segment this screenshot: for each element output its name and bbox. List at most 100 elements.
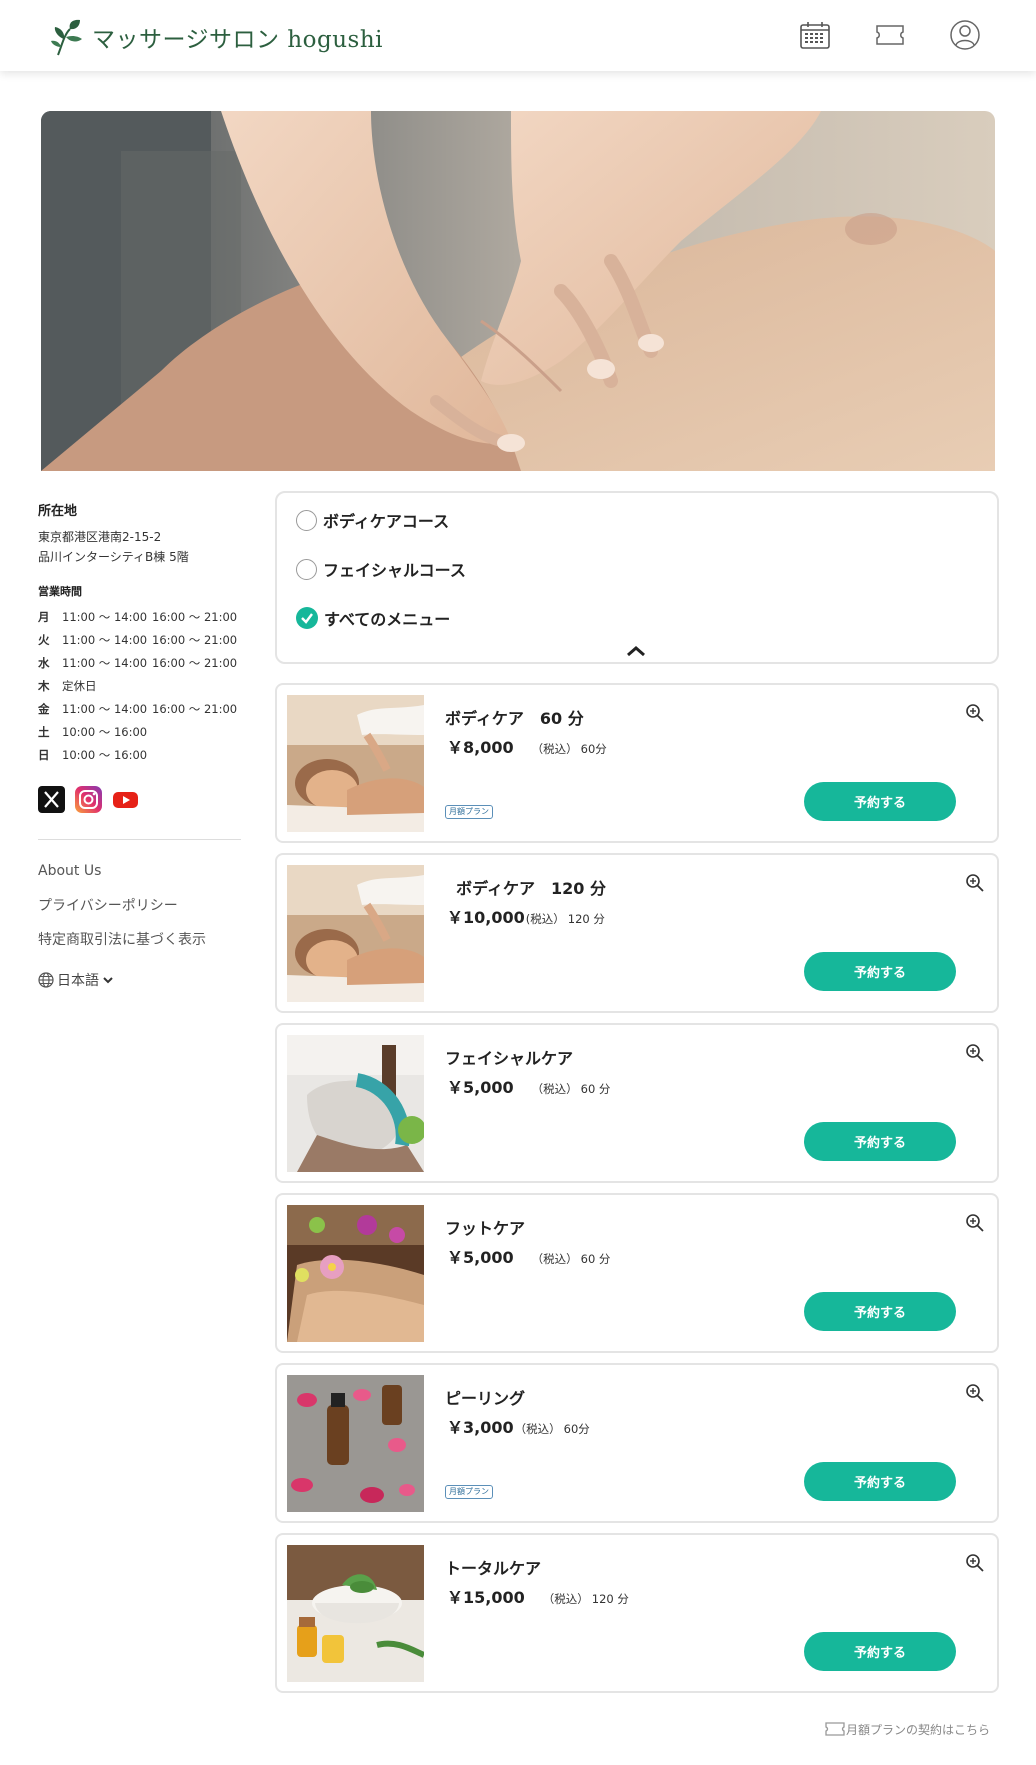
menu-thumbnail-facial-care [287, 1035, 424, 1172]
menu-thumbnail-body-care [287, 695, 424, 832]
book-button[interactable]: 予約する [804, 1462, 956, 1501]
language-label: 日本語 [57, 973, 99, 989]
hours-slot-2: 16:00 ～ 21:00 [152, 609, 238, 624]
duration-label: 60 分 [580, 1252, 611, 1266]
monthly-plan-badge: 月額プラン [445, 805, 493, 819]
menu-title: フェイシャルケア [445, 1049, 574, 1068]
menu-card: ピーリング ￥3,000 （税込） 60分 月額プラン 予約する [275, 1363, 999, 1523]
zoom-in-icon[interactable] [965, 1043, 985, 1063]
menu-price: ￥10,000 (税込） 120 分 [447, 904, 605, 928]
radio-icon [296, 509, 317, 531]
x-icon[interactable] [38, 786, 65, 813]
filter-option-facial[interactable]: フェイシャルコース [296, 557, 466, 581]
hours-row-fri: 金 11:00 ～ 14:00 16:00 ～ 21:00 [38, 697, 241, 720]
menu-list: ボディケア 60 分 ￥8,000 （税込） 60分 月額プラン 予約する ボデ… [275, 683, 999, 1703]
social-links [38, 786, 241, 813]
price-value: ￥15,000 [447, 1588, 525, 1607]
duration-label: 120 分 [591, 1592, 629, 1606]
hours-slot-2: 16:00 ～ 21:00 [152, 655, 238, 670]
address: 東京都港区港南2-15-2 品川インターシティB棟 5階 [38, 527, 241, 567]
chevron-up-icon[interactable] [624, 644, 648, 658]
book-button[interactable]: 予約する [804, 782, 956, 821]
duration-label: 60 分 [580, 1082, 611, 1096]
book-button[interactable]: 予約する [804, 1292, 956, 1331]
zoom-in-icon[interactable] [965, 873, 985, 893]
hours-day: 土 [38, 724, 50, 739]
menu-title: ピーリング [445, 1389, 526, 1408]
brand[interactable]: マッサージサロン hogushi [50, 17, 383, 57]
hours-day: 金 [38, 701, 50, 716]
calendar-icon[interactable] [795, 15, 835, 55]
hours-day: 木 [38, 678, 50, 693]
address-line-2: 品川インターシティB棟 5階 [38, 550, 189, 564]
hours-row-mon: 月 11:00 ～ 14:00 16:00 ～ 21:00 [38, 605, 241, 628]
monthly-plan-link[interactable]: 月額プランの契約はこちら [824, 1719, 990, 1739]
menu-price: ￥3,000 （税込） 60分 [447, 1414, 590, 1438]
hours-slot-2: 16:00 ～ 21:00 [152, 632, 238, 647]
tax-label: (税込） [525, 912, 565, 926]
price-value: ￥10,000 [447, 908, 525, 927]
zoom-in-icon[interactable] [965, 703, 985, 723]
book-button[interactable]: 予約する [804, 952, 956, 991]
zoom-in-icon[interactable] [965, 1213, 985, 1233]
menu-price: ￥5,000 （税込） 60 分 [447, 1074, 610, 1098]
tax-label: （税込） [514, 1422, 561, 1436]
menu-title: ボディケア 60 分 [445, 709, 584, 728]
brand-title: マッサージサロン hogushi [92, 27, 384, 53]
monthly-plan-link-label: 月額プランの契約はこちら [846, 1722, 991, 1737]
tax-label: （税込） [531, 1252, 578, 1266]
hours-slot-2: 16:00 ～ 21:00 [152, 701, 238, 716]
price-value: ￥5,000 [447, 1248, 514, 1267]
filter-option-body-care[interactable]: ボディケアコース [296, 508, 449, 532]
hero-image [41, 111, 995, 471]
address-line-1: 東京都港区港南2-15-2 [38, 530, 162, 544]
footer-links: About Us プライバシーポリシー 特定商取引法に基づく表示 [38, 854, 241, 956]
price-value: ￥8,000 [447, 738, 514, 757]
price-value: ￥3,000 [447, 1418, 514, 1437]
filter-label: フェイシャルコース [323, 561, 466, 580]
instagram-icon[interactable] [75, 786, 102, 813]
link-privacy-policy[interactable]: プライバシーポリシー [38, 888, 241, 922]
language-selector[interactable]: 日本語 [38, 970, 241, 990]
hours-row-tue: 火 11:00 ～ 14:00 16:00 ～ 21:00 [38, 628, 241, 651]
menu-thumbnail-total-care [287, 1545, 424, 1682]
filter-option-all[interactable]: すべてのメニュー [296, 606, 450, 630]
sidebar: 所在地 東京都港区港南2-15-2 品川インターシティB棟 5階 営業時間 月1… [38, 500, 241, 990]
hours-slot-1: 11:00 ～ 14:00 [62, 655, 148, 670]
menu-thumbnail-peeling [287, 1375, 424, 1512]
hours-title: 営業時間 [38, 585, 82, 598]
zoom-in-icon[interactable] [965, 1383, 985, 1403]
menu-thumbnail-body-care [287, 865, 424, 1002]
site-header: マッサージサロン hogushi [0, 0, 1036, 71]
link-about-us[interactable]: About Us [38, 854, 241, 888]
tax-label: （税込） [531, 1082, 578, 1096]
menu-price: ￥15,000 （税込） 120 分 [447, 1584, 629, 1608]
menu-title: ボディケア 120 分 [445, 879, 606, 898]
radio-icon [296, 558, 317, 580]
zoom-in-icon[interactable] [965, 1553, 985, 1573]
hours-slot-1: 10:00 ～ 16:00 [62, 724, 148, 739]
menu-card: フェイシャルケア ￥5,000 （税込） 60 分 予約する [275, 1023, 999, 1183]
hours-day: 水 [38, 655, 50, 670]
menu-card: ボディケア 120 分 ￥10,000 (税込） 120 分 予約する [275, 853, 999, 1013]
filter-label: ボディケアコース [323, 512, 450, 531]
book-button[interactable]: 予約する [804, 1122, 956, 1161]
ticket-icon [825, 1722, 845, 1736]
menu-thumbnail-foot-care [287, 1205, 424, 1342]
hours-slot-1: 10:00 ～ 16:00 [62, 747, 148, 762]
sidebar-divider [38, 839, 241, 840]
link-legal-notice[interactable]: 特定商取引法に基づく表示 [38, 922, 241, 956]
globe-icon [38, 972, 54, 988]
ticket-icon[interactable] [870, 15, 910, 55]
hours-slot-1: 11:00 ～ 14:00 [62, 632, 148, 647]
chevron-down-icon [103, 977, 113, 984]
youtube-icon[interactable] [112, 786, 139, 813]
hours-day: 日 [38, 747, 50, 762]
book-button[interactable]: 予約する [804, 1632, 956, 1671]
duration-label: 120 分 [567, 912, 605, 926]
hours-row-sun: 日 10:00 ～ 16:00 [38, 743, 241, 766]
hours-slot-1: 11:00 ～ 14:00 [62, 701, 148, 716]
user-icon[interactable] [945, 15, 985, 55]
tax-label: （税込） [531, 742, 578, 756]
course-filter: ボディケアコース フェイシャルコース すべてのメニュー [275, 491, 999, 664]
